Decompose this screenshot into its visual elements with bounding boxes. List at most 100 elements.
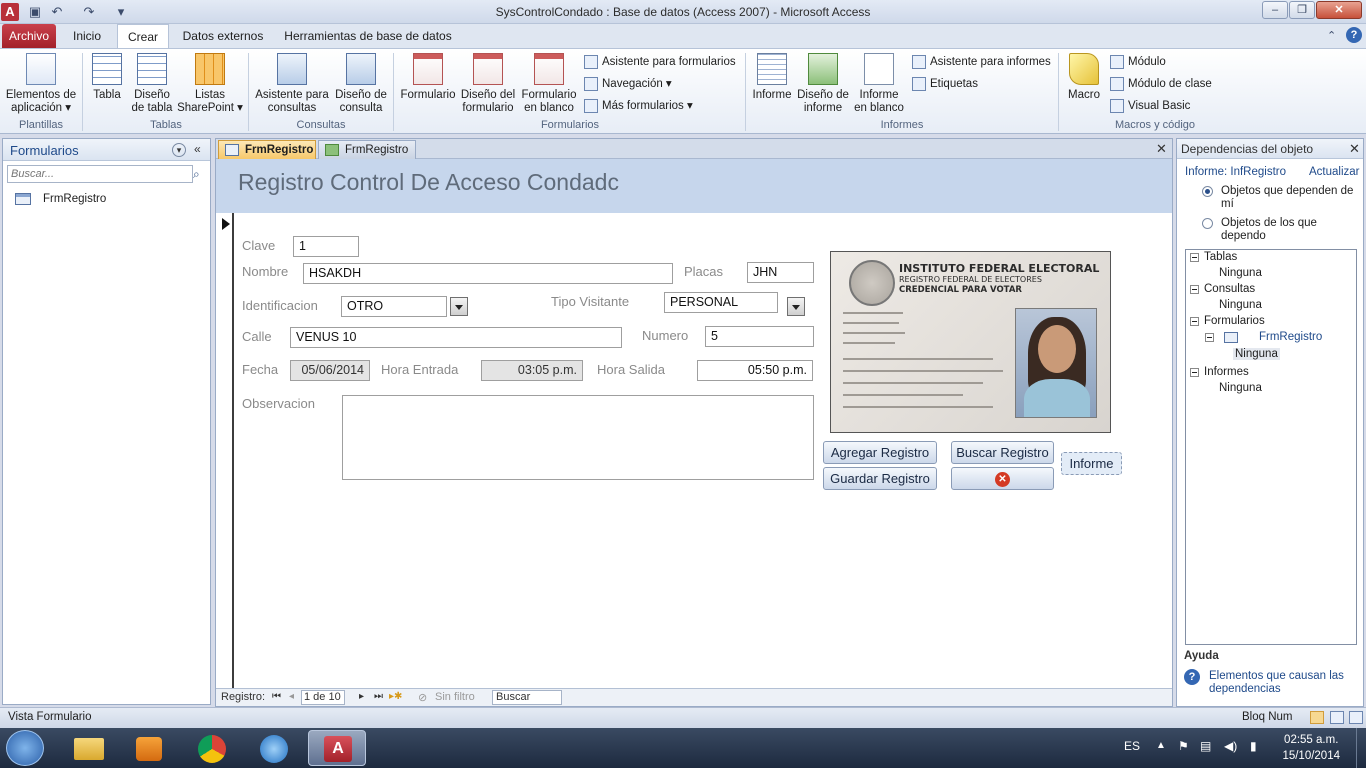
tab-archivo[interactable]: Archivo xyxy=(2,24,56,48)
numero-field[interactable]: 5 xyxy=(705,326,814,347)
language-indicator[interactable]: ES xyxy=(1124,739,1140,753)
tipo-visitante-select[interactable]: PERSONAL xyxy=(664,292,778,313)
help-link[interactable]: Elementos que causan las dependencias xyxy=(1209,670,1357,696)
media-player-taskbar-icon[interactable] xyxy=(120,730,178,766)
doc-tab-frmregistro-2[interactable]: FrmRegistro xyxy=(318,140,416,159)
nombre-field[interactable]: HSAKDH xyxy=(303,263,673,284)
clock[interactable]: 02:55 a.m. 15/10/2014 xyxy=(1282,732,1340,764)
elementos-aplicacion-button[interactable]: Elementos de aplicación ▾ xyxy=(4,53,78,115)
navegacion-button[interactable]: Navegación ▾ xyxy=(584,75,672,93)
nav-item-frmregistro[interactable]: FrmRegistro xyxy=(15,191,195,209)
explorer-taskbar-icon[interactable] xyxy=(60,730,118,766)
identificacion-dropdown-icon[interactable] xyxy=(450,297,468,316)
nav-pane-header[interactable]: Formularios ▾ « xyxy=(3,139,210,161)
etiquetas-button[interactable]: Etiquetas xyxy=(912,75,978,93)
layout-view-icon[interactable] xyxy=(1330,711,1344,724)
doc-tab-frmregistro-1[interactable]: FrmRegistro xyxy=(218,140,316,159)
diseno-tabla-button[interactable]: Diseño de tabla xyxy=(128,53,176,115)
design-view-icon[interactable] xyxy=(1349,711,1363,724)
tabla-button[interactable]: Tabla xyxy=(88,53,126,102)
refresh-link[interactable]: Actualizar xyxy=(1309,166,1360,178)
hora-salida-field[interactable]: 05:50 p.m. xyxy=(697,360,813,381)
record-position-field[interactable]: 1 de 10 xyxy=(301,690,345,705)
clave-field[interactable]: 1 xyxy=(293,236,359,257)
informe-blanco-button[interactable]: Informe en blanco xyxy=(852,53,906,115)
collapse-icon[interactable] xyxy=(1205,333,1214,342)
cancel-button[interactable]: ✕ xyxy=(951,467,1054,490)
asistente-informes-button[interactable]: Asistente para informes xyxy=(912,53,1051,71)
collapse-icon[interactable] xyxy=(1190,253,1199,262)
tipo-visitante-dropdown-icon[interactable] xyxy=(787,297,805,316)
nav-pane-menu-icon[interactable]: ▾ xyxy=(172,143,186,157)
radio-i-depend-on[interactable] xyxy=(1202,218,1213,229)
calle-field[interactable]: VENUS 10 xyxy=(290,327,622,348)
informe-button[interactable]: Informe xyxy=(1061,452,1122,475)
tree-node-frmregistro[interactable]: FrmRegistro xyxy=(1259,331,1322,343)
tree-node-formularios[interactable]: Formularios xyxy=(1204,315,1265,327)
mas-formularios-button[interactable]: Más formularios ▾ xyxy=(584,97,693,115)
collapse-icon[interactable] xyxy=(1190,368,1199,377)
informe-button[interactable]: Informe xyxy=(750,53,794,102)
nav-pane-collapse-icon[interactable]: « xyxy=(194,142,201,156)
diseno-consulta-button[interactable]: Diseño de consulta xyxy=(332,53,390,115)
tree-node-consultas[interactable]: Consultas xyxy=(1204,283,1255,295)
form-view-icon[interactable] xyxy=(1310,711,1324,724)
radio-depend-on-me[interactable] xyxy=(1202,186,1213,197)
observacion-textarea[interactable] xyxy=(342,395,814,480)
placas-field[interactable]: JHN xyxy=(747,262,814,283)
help-icon[interactable]: ? xyxy=(1346,27,1362,43)
nav-search-input[interactable] xyxy=(7,165,193,183)
macro-button[interactable]: Macro xyxy=(1064,53,1104,102)
chrome-taskbar-icon[interactable] xyxy=(184,730,242,766)
formulario-button[interactable]: Formulario xyxy=(398,53,458,102)
collapse-icon[interactable] xyxy=(1190,317,1199,326)
buscar-registro-button[interactable]: Buscar Registro xyxy=(951,441,1054,464)
tab-crear[interactable]: Crear xyxy=(117,24,169,48)
minimize-button[interactable]: – xyxy=(1262,1,1288,19)
power-icon[interactable]: ▮ xyxy=(1250,739,1257,753)
hora-entrada-field[interactable]: 03:05 p.m. xyxy=(481,360,583,381)
access-taskbar-icon[interactable]: A xyxy=(308,730,366,766)
diseno-formulario-button[interactable]: Diseño del formulario xyxy=(458,53,518,115)
show-hidden-icons[interactable]: ▲ xyxy=(1156,740,1166,751)
asistente-formularios-button[interactable]: Asistente para formularios xyxy=(584,53,736,71)
previous-record-icon[interactable]: ◂ xyxy=(289,691,294,702)
first-record-icon[interactable]: ⏮ xyxy=(272,691,281,702)
close-pane-icon[interactable]: ✕ xyxy=(1349,141,1360,157)
new-record-icon[interactable]: ▸✱ xyxy=(389,691,402,702)
action-center-icon[interactable]: ⚑ xyxy=(1178,739,1189,753)
no-filter-label[interactable]: Sin filtro xyxy=(435,691,475,703)
guardar-registro-button[interactable]: Guardar Registro xyxy=(823,467,937,490)
tab-datos-externos[interactable]: Datos externos xyxy=(176,24,270,48)
record-selector[interactable] xyxy=(216,213,234,688)
network-icon[interactable]: ▤ xyxy=(1200,739,1211,753)
volume-icon[interactable]: ◀) xyxy=(1224,739,1237,753)
diseno-informe-button[interactable]: Diseño de informe xyxy=(794,53,852,115)
modulo-button[interactable]: Módulo xyxy=(1110,53,1166,71)
tab-inicio[interactable]: Inicio xyxy=(64,24,110,48)
filter-icon[interactable]: ⊘ xyxy=(418,691,427,704)
tab-herramientas[interactable]: Herramientas de base de datos xyxy=(280,24,456,48)
asistente-consultas-button[interactable]: Asistente para consultas xyxy=(252,53,332,115)
formulario-blanco-button[interactable]: Formulario en blanco xyxy=(518,53,580,115)
listas-sharepoint-button[interactable]: Listas SharePoint ▾ xyxy=(176,53,244,115)
search-icon[interactable]: ⌕ xyxy=(193,167,200,182)
last-record-icon[interactable]: ⏭ xyxy=(374,691,383,702)
close-button[interactable]: ✕ xyxy=(1316,1,1362,19)
visual-basic-button[interactable]: Visual Basic xyxy=(1110,97,1190,115)
close-document-icon[interactable]: ✕ xyxy=(1156,141,1167,157)
start-button[interactable] xyxy=(6,730,44,766)
agregar-registro-button[interactable]: Agregar Registro xyxy=(823,441,937,464)
tree-node-informes[interactable]: Informes xyxy=(1204,366,1249,378)
tree-node-tablas[interactable]: Tablas xyxy=(1204,251,1237,263)
ribbon-collapse-icon[interactable]: ⌃ xyxy=(1327,29,1336,42)
collapse-icon[interactable] xyxy=(1190,285,1199,294)
ie-taskbar-icon[interactable] xyxy=(246,730,304,766)
modulo-clase-button[interactable]: Módulo de clase xyxy=(1110,75,1212,93)
next-record-icon[interactable]: ▸ xyxy=(359,691,364,702)
record-search-input[interactable]: Buscar xyxy=(492,690,562,705)
fecha-field[interactable]: 05/06/2014 xyxy=(290,360,370,381)
show-desktop-button[interactable] xyxy=(1356,728,1366,768)
identificacion-select[interactable]: OTRO xyxy=(341,296,447,317)
maximize-button[interactable]: ❐ xyxy=(1289,1,1315,19)
